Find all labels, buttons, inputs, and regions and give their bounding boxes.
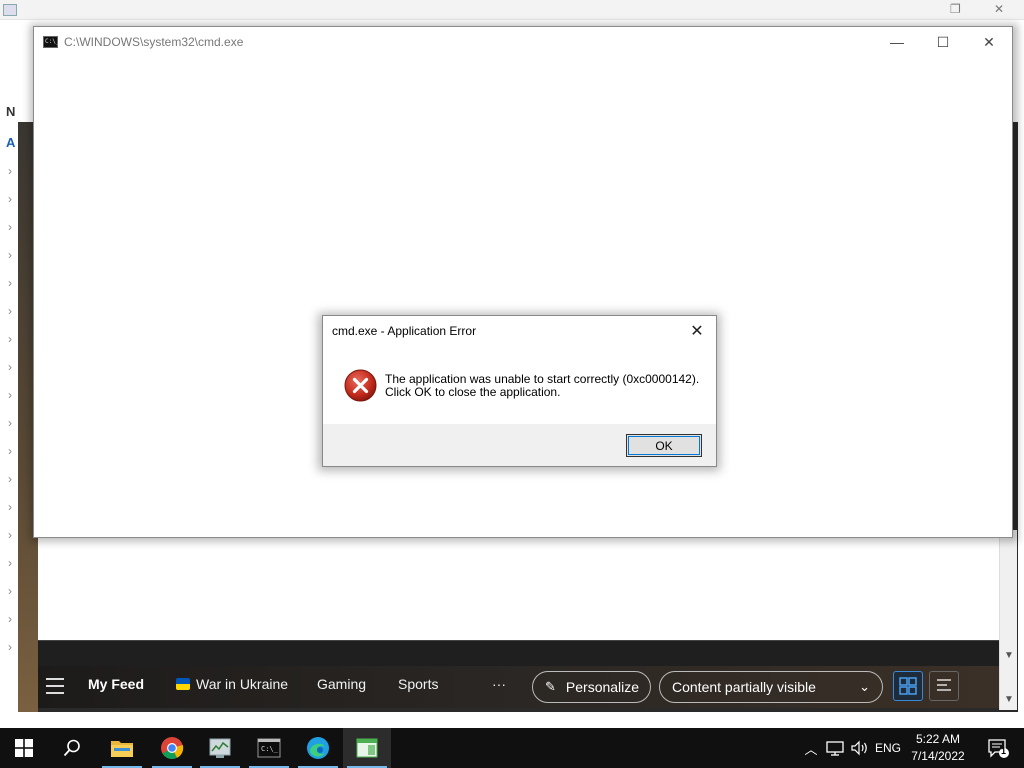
left-letter: A (6, 135, 16, 150)
minimize-icon: — (890, 34, 904, 50)
clock-date: 7/14/2022 (911, 749, 965, 763)
chevron-right-icon: › (8, 276, 12, 290)
chevron-right-icon: › (8, 640, 12, 654)
chevron-right-icon: › (8, 164, 12, 178)
content-visibility-label: Content partially visible (672, 679, 816, 695)
chevron-right-icon: › (8, 360, 12, 374)
cmd-window-title: C:\WINDOWS\system32\cmd.exe (64, 35, 244, 49)
restore-icon: ❐ (950, 2, 961, 16)
terminal-icon: C:\_ (257, 738, 281, 758)
chevron-right-icon: › (8, 584, 12, 598)
search-icon (63, 739, 80, 757)
chevron-right-icon: › (8, 220, 12, 234)
feed-tab-my-feed[interactable]: My Feed (88, 676, 144, 692)
ok-button[interactable]: OK (626, 434, 702, 457)
dialog-close-button[interactable]: ✕ (682, 318, 712, 344)
grid-icon (899, 677, 917, 695)
grid-layout-button[interactable] (893, 671, 923, 701)
action-center-button[interactable]: 1 (978, 728, 1018, 768)
content-visibility-dropdown[interactable]: Content partially visible ⌄ (659, 671, 883, 703)
volume-button[interactable] (848, 728, 872, 768)
cmd-icon-glyph: C:\_ (45, 38, 60, 45)
task-manager-icon (3, 4, 17, 16)
msn-divider (38, 640, 999, 666)
clock-time: 5:22 AM (915, 732, 961, 746)
feed-tab-war-in-ukraine[interactable]: War in Ukraine (176, 676, 288, 692)
feed-navigation-bar: My Feed War in Ukraine Gaming Sports ···… (38, 666, 999, 708)
edge-icon (307, 737, 329, 759)
background-titlebar: ❐ ✕ (0, 0, 1024, 20)
window-app-icon (356, 738, 378, 758)
hamburger-menu-icon[interactable] (46, 678, 64, 694)
chevron-right-icon: › (8, 332, 12, 346)
cmd-taskbar-button[interactable]: C:\_ (245, 728, 293, 768)
cmd-titlebar[interactable]: C:\_ C:\WINDOWS\system32\cmd.exe — ☐ ✕ (34, 27, 1012, 57)
pencil-icon: ✎ (545, 679, 556, 694)
application-error-dialog: cmd.exe - Application Error ✕ The applic… (322, 315, 717, 467)
dialog-title: cmd.exe - Application Error (332, 324, 477, 338)
language-indicator[interactable]: ENG (872, 728, 904, 768)
close-icon: ✕ (983, 33, 995, 50)
ukraine-flag-icon (176, 678, 190, 690)
svg-text:C:\_: C:\_ (261, 745, 279, 753)
list-icon (937, 679, 951, 691)
chevron-right-icon: › (8, 304, 12, 318)
dialog-message: The application was unable to start corr… (385, 373, 699, 399)
scrollbar[interactable]: ▼ ▼ (999, 530, 1017, 710)
scroll-down-arrow-icon[interactable]: ▼ (1004, 694, 1014, 705)
chevron-right-icon: › (8, 472, 12, 486)
search-button[interactable] (48, 728, 96, 768)
close-button[interactable]: ✕ (966, 27, 1012, 57)
msn-page-content (38, 530, 1016, 640)
feed-tab-label: War in Ukraine (196, 676, 289, 692)
feed-tab-sports[interactable]: Sports (398, 676, 438, 692)
chevron-right-icon: › (8, 528, 12, 542)
app-error-taskbar-button[interactable] (343, 728, 391, 768)
chevron-down-icon: ⌄ (859, 679, 870, 694)
list-layout-button[interactable] (929, 671, 959, 701)
scroll-down-arrow-icon[interactable]: ▼ (1004, 650, 1014, 661)
personalize-button[interactable]: ✎ Personalize (532, 671, 651, 703)
windows-logo-icon (15, 739, 33, 757)
error-icon (344, 369, 377, 402)
close-icon: ✕ (994, 2, 1005, 16)
folder-icon (111, 741, 133, 757)
maximize-button[interactable]: ☐ (920, 27, 966, 57)
speaker-icon (851, 740, 867, 756)
task-manager-icon (209, 738, 231, 758)
taskbar: C:\_ ︿ ENG 5:22 AM 7/14/2022 1 (0, 728, 1024, 768)
personalize-label: Personalize (565, 679, 640, 695)
task-manager-button[interactable] (196, 728, 244, 768)
network-icon (826, 741, 844, 756)
dialog-message-line: Click OK to close the application. (385, 385, 561, 399)
background-left-strip: N A › › › › › › › › › › › › › › › › › › (0, 100, 20, 680)
chrome-button[interactable] (148, 728, 196, 768)
chrome-icon (161, 737, 184, 759)
chevron-right-icon: › (8, 416, 12, 430)
chevron-right-icon: › (8, 248, 12, 262)
close-icon: ✕ (690, 323, 704, 340)
edge-button[interactable] (294, 728, 342, 768)
chevron-right-icon: › (8, 612, 12, 626)
minimize-button[interactable]: — (874, 27, 920, 57)
dialog-footer: OK (323, 424, 716, 466)
chevron-right-icon: › (8, 500, 12, 514)
file-explorer-button[interactable] (98, 728, 146, 768)
notification-count-badge: 1 (1001, 746, 1007, 756)
left-letter: N (6, 104, 16, 119)
feed-tab-gaming[interactable]: Gaming (317, 676, 366, 692)
cmd-icon: C:\_ (43, 36, 60, 48)
chevron-right-icon: › (8, 556, 12, 570)
chevron-right-icon: › (8, 388, 12, 402)
more-options-icon[interactable]: ··· (492, 676, 506, 692)
clock[interactable]: 5:22 AM 7/14/2022 (905, 731, 971, 765)
chevron-right-icon: › (8, 192, 12, 206)
chevron-right-icon: › (8, 444, 12, 458)
maximize-icon: ☐ (936, 33, 950, 50)
show-hidden-icons-chevron-up-icon[interactable]: ︿ (800, 728, 822, 768)
network-button[interactable] (822, 728, 848, 768)
notification-icon (988, 739, 1009, 758)
start-button[interactable] (0, 728, 48, 768)
